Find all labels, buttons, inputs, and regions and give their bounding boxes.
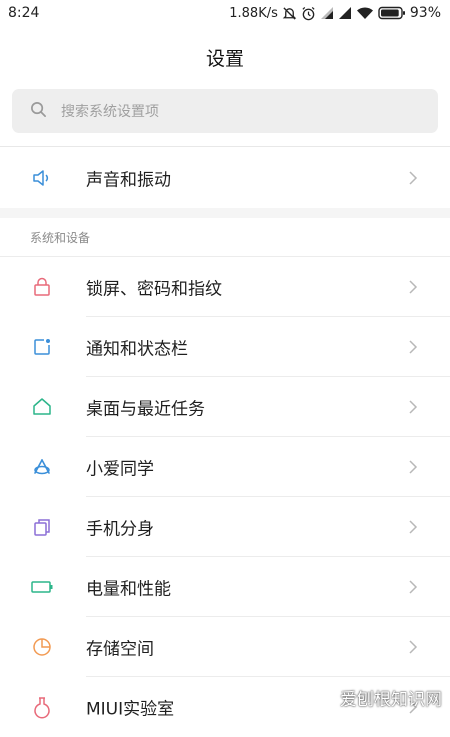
- settings-item-sound[interactable]: 声音和振动: [0, 148, 450, 208]
- settings-item-label: 通知和状态栏: [86, 339, 188, 360]
- settings-item-label: 电量和性能: [86, 579, 171, 600]
- status-icons: 1.88K/s 93%: [229, 5, 441, 21]
- chevron-right-icon: [406, 458, 420, 476]
- settings-item-lock[interactable]: 锁屏、密码和指纹: [0, 257, 450, 317]
- settings-item-label: 声音和振动: [86, 170, 171, 191]
- alarm-icon: [301, 6, 316, 21]
- settings-item-home-screen[interactable]: 桌面与最近任务: [0, 377, 450, 437]
- page-title: 设置: [205, 48, 244, 70]
- notification-icon: [30, 335, 54, 359]
- storage-icon: [30, 635, 54, 659]
- xiaoai-icon: [30, 455, 54, 479]
- battery-percent: 93%: [409, 5, 441, 21]
- watermark: 爱刨根知识网: [340, 690, 442, 710]
- settings-item-storage[interactable]: 存储空间: [0, 617, 450, 677]
- section-title: 系统和设备: [30, 231, 91, 245]
- section-gap: [0, 208, 450, 218]
- home-icon: [30, 395, 54, 419]
- chevron-right-icon: [406, 578, 420, 596]
- second-space-icon: [30, 515, 54, 539]
- settings-item-battery[interactable]: 电量和性能: [0, 557, 450, 617]
- search-bar[interactable]: 搜索系统设置项: [12, 89, 438, 133]
- settings-item-label: 手机分身: [86, 519, 154, 540]
- speaker-icon: [30, 166, 54, 190]
- search-icon: [30, 101, 47, 122]
- status-bar: 8:24 1.88K/s 93%: [0, 0, 450, 26]
- signal-icon-2: [338, 6, 352, 20]
- chevron-right-icon: [406, 169, 420, 187]
- chevron-right-icon: [406, 278, 420, 296]
- battery-icon: [30, 575, 54, 599]
- settings-item-second-space[interactable]: 手机分身: [0, 497, 450, 557]
- settings-item-xiaoai[interactable]: 小爱同学: [0, 437, 450, 497]
- settings-item-label: 锁屏、密码和指纹: [86, 279, 222, 300]
- lock-icon: [30, 275, 54, 299]
- flask-icon: [30, 695, 54, 719]
- mute-alarm-icon: [282, 6, 297, 21]
- wifi-icon: [356, 6, 374, 20]
- chevron-right-icon: [406, 518, 420, 536]
- settings-item-label: 存储空间: [86, 639, 154, 660]
- search-placeholder: 搜索系统设置项: [61, 104, 159, 120]
- settings-item-label: MIUI实验室: [86, 699, 175, 720]
- chevron-right-icon: [406, 398, 420, 416]
- settings-item-label: 小爱同学: [86, 459, 154, 480]
- divider: [0, 146, 450, 147]
- network-speed: 1.88K/s: [229, 5, 278, 21]
- battery-icon-status: [378, 6, 406, 20]
- chevron-right-icon: [406, 638, 420, 656]
- status-time: 8:24: [8, 5, 40, 21]
- settings-item-notifications[interactable]: 通知和状态栏: [0, 317, 450, 377]
- chevron-right-icon: [406, 338, 420, 356]
- signal-icon: [320, 6, 334, 20]
- settings-item-label: 桌面与最近任务: [86, 399, 205, 420]
